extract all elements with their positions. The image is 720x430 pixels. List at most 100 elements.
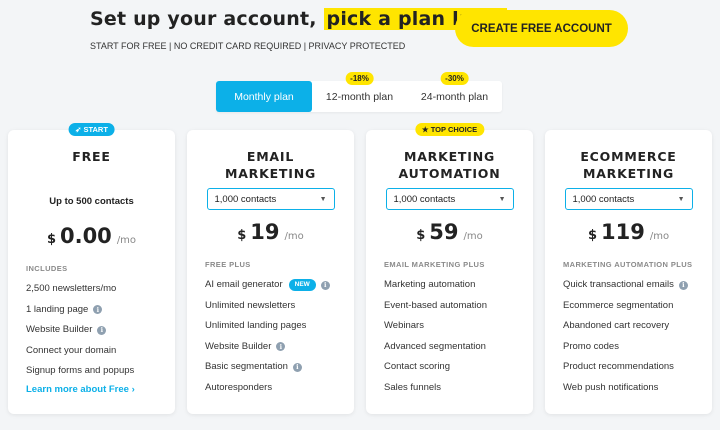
hero-subtitle: START FOR FREE | NO CREDIT CARD REQUIRED… — [90, 41, 406, 51]
feature-label: Signup forms and popups — [26, 365, 135, 376]
feature-label: Webinars — [384, 320, 424, 331]
plan-card-ecommerce-marketing: ECOMMERCE MARKETING 1,000 contacts ▼ $ 11… — [545, 130, 712, 414]
feature-item: Contact scoring — [384, 357, 533, 378]
feature-item: Promo codes — [563, 337, 712, 358]
12-month-plan-label: 12-month plan — [325, 90, 394, 103]
feature-list: Quick transactional emails i Ecommerce se… — [563, 275, 712, 398]
contacts-select-value: 1,000 contacts — [393, 193, 456, 205]
12-month-plan-tab[interactable]: -18% 12-month plan — [312, 72, 407, 112]
chevron-down-icon: ▼ — [677, 195, 685, 203]
plan-name-line1: FREE — [72, 149, 111, 164]
hero-title-text: Set up your account, — [90, 8, 324, 30]
plan-name-line2: MARKETING — [582, 166, 675, 181]
feature-label: Product recommendations — [563, 361, 674, 372]
feature-item: Advanced segmentation — [384, 337, 533, 358]
feature-item: Marketing automation — [384, 275, 533, 296]
contacts-select[interactable]: 1,000 contacts ▼ — [385, 188, 514, 210]
feature-item: AI email generator NEW i — [205, 275, 354, 296]
feature-label: 2,500 newsletters/mo — [26, 283, 117, 294]
feature-label: Quick transactional emails — [563, 279, 674, 290]
feature-label: 1 landing page — [26, 303, 89, 315]
top-choice-badge-label: TOP CHOICE — [430, 125, 478, 134]
feature-label: Ecommerce segmentation — [563, 299, 674, 311]
feature-label: Connect your domain — [26, 344, 117, 356]
features-section-label: MARKETING AUTOMATION PLUS — [563, 260, 693, 269]
feature-item: 1 landing page i — [26, 300, 175, 321]
price-amount: 19 — [250, 220, 280, 244]
feature-list: Marketing automation Event-based automat… — [384, 275, 533, 398]
feature-label: Contact scoring — [384, 361, 451, 372]
discount-badge: -30% — [440, 72, 469, 85]
info-icon[interactable]: i — [320, 280, 330, 290]
contacts-limit: Up to 500 contacts — [49, 196, 134, 207]
feature-item: Signup forms and popups — [26, 361, 175, 382]
feature-label: Advanced segmentation — [384, 340, 486, 352]
chevron-down-icon: ▼ — [319, 195, 327, 203]
billing-toggle: Monthly plan -18% 12-month plan -30% 24-… — [216, 72, 502, 112]
info-icon[interactable]: i — [292, 362, 302, 372]
feature-label: AI email generator — [205, 279, 283, 290]
feature-item: Product recommendations — [563, 357, 712, 378]
feature-item: 2,500 newsletters/mo — [26, 279, 175, 300]
plan-name-line2: AUTOMATION — [398, 166, 501, 181]
contacts-select-value: 1,000 contacts — [572, 193, 635, 205]
feature-item: Event-based automation — [384, 296, 533, 317]
price-currency: $ — [46, 232, 56, 247]
feature-label: Website Builder — [26, 324, 93, 335]
monthly-plan-tab[interactable]: Monthly plan — [216, 81, 312, 112]
info-icon[interactable]: i — [276, 342, 286, 352]
feature-label: Web push notifications — [563, 381, 659, 393]
24-month-plan-label: 24-month plan — [420, 90, 489, 103]
feature-label: Marketing automation — [384, 279, 476, 290]
price: $ 119 /mo — [545, 220, 712, 246]
start-badge: ➶ START — [68, 123, 115, 136]
price-amount: 59 — [429, 220, 459, 244]
price-period: /mo — [463, 231, 483, 242]
feature-label: Sales funnels — [384, 381, 442, 393]
feature-item: Unlimited newsletters — [205, 296, 354, 317]
plan-name-line1: MARKETING — [403, 149, 496, 164]
price: $ 19 /mo — [187, 220, 354, 246]
features-section-label: EMAIL MARKETING PLUS — [384, 260, 485, 269]
price: $ 0.00 /mo — [8, 224, 175, 250]
plan-card-free: ➶ START FREE Up to 500 contacts $ 0.00 /… — [8, 123, 175, 414]
feature-label: Unlimited newsletters — [205, 299, 296, 311]
feature-label: Website Builder — [205, 340, 272, 352]
feature-item: Unlimited landing pages — [205, 316, 354, 337]
create-free-account-button[interactable]: CREATE FREE ACCOUNT — [455, 10, 628, 47]
feature-item: Basic segmentation i — [205, 357, 354, 378]
feature-item: Quick transactional emails i — [563, 275, 712, 296]
24-month-plan-tab[interactable]: -30% 24-month plan — [407, 72, 502, 112]
hero-title: Set up your account, pick a plan later — [90, 8, 507, 30]
star-icon: ★ — [421, 125, 429, 134]
feature-item: Connect your domain — [26, 341, 175, 362]
plan-name: EMAIL MARKETING — [187, 148, 354, 182]
top-choice-badge: ★ TOP CHOICE — [414, 123, 485, 136]
learn-more-free-link[interactable]: Learn more about Free › — [26, 384, 175, 395]
plan-name-line1: ECOMMERCE — [580, 149, 677, 164]
feature-item: Web push notifications — [563, 378, 712, 399]
feature-list: 2,500 newsletters/mo 1 landing page i Web… — [26, 279, 175, 382]
plan-name-line2: MARKETING — [224, 166, 317, 181]
contacts-select[interactable]: 1,000 contacts ▼ — [564, 188, 693, 210]
price-amount: 0.00 — [59, 224, 112, 248]
feature-item: Sales funnels — [384, 378, 533, 399]
chevron-down-icon: ▼ — [498, 195, 506, 203]
contacts-select[interactable]: 1,000 contacts ▼ — [206, 188, 335, 210]
info-icon[interactable]: i — [678, 280, 688, 290]
price-currency: $ — [237, 228, 247, 243]
feature-label: Event-based automation — [384, 299, 487, 311]
feature-label: Basic segmentation — [205, 361, 288, 372]
plan-card-marketing-automation: ★ TOP CHOICE MARKETING AUTOMATION 1,000 … — [366, 123, 533, 414]
feature-item: Autoresponders — [205, 378, 354, 399]
start-badge-label: START — [83, 125, 108, 134]
price-currency: $ — [587, 228, 597, 243]
monthly-plan-label: Monthly plan — [234, 90, 294, 103]
price-period: /mo — [649, 231, 670, 242]
discount-badge: -18% — [345, 72, 374, 85]
info-icon[interactable]: i — [97, 325, 107, 335]
info-icon[interactable]: i — [93, 305, 103, 315]
new-badge: NEW — [288, 279, 316, 292]
feature-item: Website Builder i — [205, 337, 354, 358]
feature-label: Abandoned cart recovery — [563, 320, 670, 331]
